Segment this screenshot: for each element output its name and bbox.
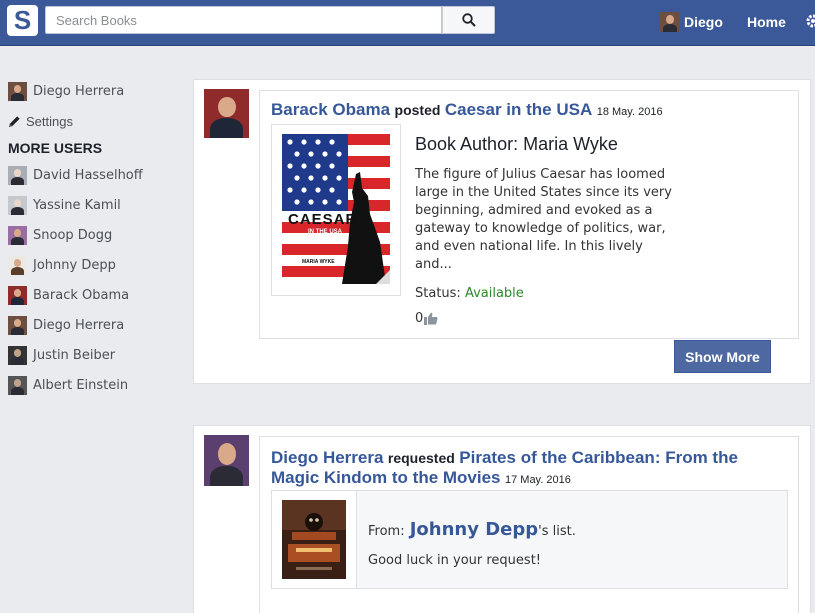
thumbs-up-icon xyxy=(424,312,438,325)
post-headline: Diego Herrera requested Pirates of the C… xyxy=(271,448,786,490)
user-name: Barack Obama xyxy=(33,287,130,303)
pencil-icon xyxy=(9,115,20,127)
sidebar-user-yassine-kamil[interactable]: Yassine Kamil xyxy=(8,190,188,220)
book-description: The figure of Julius Caesar has loomed l… xyxy=(415,167,672,272)
poster-avatar[interactable] xyxy=(204,435,249,486)
user-name: Snoop Dogg xyxy=(33,227,113,243)
book-cover-image xyxy=(282,500,346,579)
user-avatar xyxy=(8,315,27,335)
poster-name-link[interactable]: Diego Herrera xyxy=(271,448,383,467)
feed-post: Barack Obama posted Caesar in the USA 18… xyxy=(193,79,811,384)
sidebar-settings-link[interactable]: Settings xyxy=(8,106,188,136)
cover-title: CAESAR xyxy=(288,211,358,228)
post-body: Barack Obama posted Caesar in the USA 18… xyxy=(259,90,799,339)
request-message: Good luck in your request! xyxy=(368,553,541,568)
user-avatar xyxy=(8,375,27,395)
top-navigation-bar: S Diego Home xyxy=(0,0,815,46)
user-name: David Hasselhoff xyxy=(33,167,143,183)
request-message-box: From: Johnny Depp's list. Good luck in y… xyxy=(356,490,788,589)
sidebar-user-david-hasselhoff[interactable]: David Hasselhoff xyxy=(8,160,188,190)
nav-home-link[interactable]: Home xyxy=(747,14,786,30)
current-user-avatar xyxy=(8,81,27,101)
poster-name-link[interactable]: Barack Obama xyxy=(271,100,390,119)
user-avatar xyxy=(8,165,27,185)
status-label: Status: xyxy=(415,286,461,301)
sidebar-user-diego-herrera[interactable]: Diego Herrera xyxy=(8,310,188,340)
post-date: 18 May. 2016 xyxy=(596,106,663,118)
search-input[interactable] xyxy=(45,6,442,34)
sidebar-current-user[interactable]: Diego Herrera xyxy=(8,76,188,106)
nav-user-name: Diego xyxy=(684,14,723,30)
feed-post: Diego Herrera requested Pirates of the C… xyxy=(193,425,811,613)
like-count: 0 xyxy=(415,311,424,326)
post-body: Diego Herrera requested Pirates of the C… xyxy=(259,436,799,613)
gear-icon[interactable] xyxy=(805,13,815,29)
cover-subtitle: IN THE USA xyxy=(308,229,343,235)
user-name: Albert Einstein xyxy=(33,377,129,393)
user-name: Diego Herrera xyxy=(33,317,125,333)
app-logo[interactable]: S xyxy=(7,5,38,36)
logo-letter: S xyxy=(13,5,32,35)
book-cover-frame[interactable]: CAESAR IN THE USA MARIA WYKE xyxy=(271,124,401,296)
post-date: 17 May. 2016 xyxy=(504,474,571,486)
request-from-line: From: Johnny Depp's list. xyxy=(368,519,576,540)
from-user-link[interactable]: Johnny Depp xyxy=(410,519,538,540)
user-avatar xyxy=(8,195,27,215)
book-cover-frame[interactable] xyxy=(271,490,358,589)
post-verb: requested xyxy=(387,450,455,466)
settings-label: Settings xyxy=(26,113,73,129)
user-name: Justin Beiber xyxy=(33,347,116,363)
from-label: From: xyxy=(368,524,405,539)
user-avatar xyxy=(8,225,27,245)
sidebar: Diego Herrera Settings MORE USERS David … xyxy=(8,76,188,400)
show-more-button[interactable]: Show More xyxy=(674,340,771,373)
book-status: Status: Available xyxy=(415,286,677,301)
user-avatar xyxy=(8,255,27,275)
cover-author: MARIA WYKE xyxy=(302,259,335,265)
sidebar-user-snoop-dogg[interactable]: Snoop Dogg xyxy=(8,220,188,250)
book-title-link[interactable]: Caesar in the USA xyxy=(445,100,592,119)
user-name: Johnny Depp xyxy=(33,257,116,273)
sidebar-user-johnny-depp[interactable]: Johnny Depp xyxy=(8,250,188,280)
post-headline: Barack Obama posted Caesar in the USA 18… xyxy=(271,100,663,122)
user-name: Yassine Kamil xyxy=(33,197,121,213)
like-button[interactable]: 0 xyxy=(415,311,677,326)
book-author: Book Author: Maria Wyke xyxy=(415,134,618,154)
search-icon xyxy=(461,13,476,27)
sidebar-user-albert-einstein[interactable]: Albert Einstein xyxy=(8,370,188,400)
nav-profile-link[interactable]: Diego xyxy=(660,12,723,32)
search-button[interactable] xyxy=(442,6,495,34)
sidebar-user-barack-obama[interactable]: Barack Obama xyxy=(8,280,188,310)
user-avatar xyxy=(8,345,27,365)
more-users-header: MORE USERS xyxy=(8,140,103,156)
user-avatar xyxy=(8,285,27,305)
from-suffix: 's list. xyxy=(538,524,576,539)
nav-user-avatar xyxy=(660,12,680,32)
sidebar-user-justin-beiber[interactable]: Justin Beiber xyxy=(8,340,188,370)
book-cover-image xyxy=(282,134,390,286)
status-value: Available xyxy=(464,286,524,301)
book-info: Book Author: Maria Wyke The figure of Ju… xyxy=(415,134,677,326)
poster-avatar[interactable] xyxy=(204,89,249,138)
post-verb: posted xyxy=(394,102,441,118)
current-user-name: Diego Herrera xyxy=(33,83,125,99)
